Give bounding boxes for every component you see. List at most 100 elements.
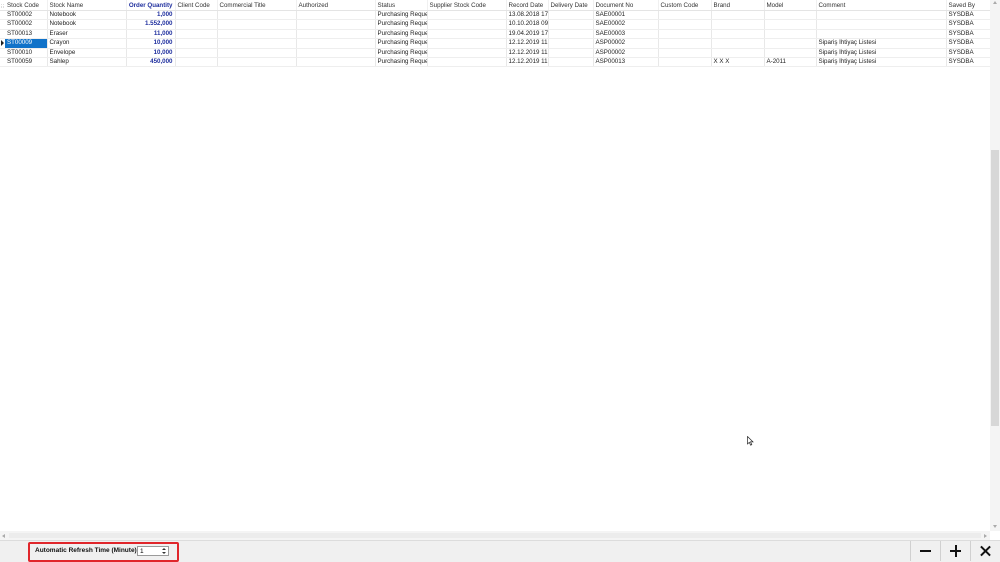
cell-document-no[interactable]: ASP00002 [593, 48, 659, 59]
cell-status[interactable]: Purchasing Request [375, 38, 428, 49]
cell-client-code[interactable] [175, 10, 218, 21]
cell-model[interactable] [764, 29, 817, 40]
cell-custom-code[interactable] [658, 57, 712, 68]
column-header-authorized[interactable]: Authorized [296, 0, 376, 11]
cell-supplier-stock-code[interactable] [427, 38, 507, 49]
cell-record-date[interactable]: 12.12.2019 11:3 [506, 38, 549, 49]
cell-comment[interactable]: Sipariş İhtiyaç Listesi [816, 57, 947, 68]
cell-brand[interactable] [711, 38, 765, 49]
cell-stock-name[interactable]: Eraser [47, 29, 127, 40]
cell-authorized[interactable] [296, 38, 376, 49]
cell-document-no[interactable]: SAE00003 [593, 29, 659, 40]
cell-saved-by[interactable]: SYSDBA [946, 19, 990, 30]
cell-comment[interactable] [816, 19, 947, 30]
cell-comment[interactable] [816, 29, 947, 40]
cell-commercial-title[interactable] [217, 38, 297, 49]
horizontal-scroll-thumb[interactable] [9, 533, 981, 538]
spin-up-icon[interactable] [162, 548, 166, 550]
column-header-custom-code[interactable]: Custom Code [658, 0, 712, 11]
cell-supplier-stock-code[interactable] [427, 10, 507, 21]
column-header-order-quantity[interactable]: Order Quantity [126, 0, 176, 11]
close-button[interactable] [970, 541, 1000, 561]
cell-brand[interactable] [711, 48, 765, 59]
cell-order-quantity[interactable]: 1,000 [126, 10, 176, 21]
cell-delivery-date[interactable] [548, 48, 594, 59]
cell-client-code[interactable] [175, 38, 218, 49]
cell-delivery-date[interactable] [548, 29, 594, 40]
cell-order-quantity[interactable]: 450,000 [126, 57, 176, 68]
cell-supplier-stock-code[interactable] [427, 57, 507, 68]
cell-model[interactable] [764, 48, 817, 59]
table-row[interactable]: ST00010Envelope10,000 Purchasing Request 1… [0, 48, 990, 59]
column-header-model[interactable]: Model [764, 0, 817, 11]
cell-stock-name[interactable]: Notebook [47, 10, 127, 21]
cell-supplier-stock-code[interactable] [427, 48, 507, 59]
cell-comment[interactable] [816, 10, 947, 21]
cell-authorized[interactable] [296, 19, 376, 30]
column-header-stock-name[interactable]: Stock Name [47, 0, 127, 11]
column-header-saved-by[interactable]: Saved By [946, 0, 990, 11]
table-row[interactable]: ST00009Crayon10,000 Purchasing Request 12.… [0, 38, 990, 49]
cell-stock-code[interactable]: ST00013 [5, 29, 48, 40]
cell-stock-name[interactable]: Envelope [47, 48, 127, 59]
cell-stock-code[interactable]: ST00009 [5, 38, 48, 49]
cell-commercial-title[interactable] [217, 57, 297, 68]
cell-order-quantity[interactable]: 1.552,000 [126, 19, 176, 30]
cell-record-date[interactable]: 19.04.2019 17:2 [506, 29, 549, 40]
row-indicator[interactable] [0, 38, 5, 49]
cell-authorized[interactable] [296, 57, 376, 68]
cell-client-code[interactable] [175, 57, 218, 68]
cell-status[interactable]: Purchasing Request [375, 48, 428, 59]
table-row[interactable]: ST00059Sahlep450,000 Purchasing Request 12… [0, 57, 990, 68]
cell-stock-name[interactable]: Notebook [47, 19, 127, 30]
plus-button[interactable] [940, 541, 970, 561]
row-indicator[interactable] [0, 48, 5, 59]
cell-delivery-date[interactable] [548, 10, 594, 21]
cell-stock-code[interactable]: ST00002 [5, 19, 48, 30]
column-chooser-handle[interactable] [0, 0, 5, 11]
scroll-left-arrow-icon[interactable] [2, 534, 5, 538]
cell-brand[interactable] [711, 10, 765, 21]
cell-delivery-date[interactable] [548, 57, 594, 68]
cell-model[interactable] [764, 38, 817, 49]
cell-stock-name[interactable]: Crayon [47, 38, 127, 49]
cell-authorized[interactable] [296, 10, 376, 21]
cell-record-date[interactable]: 12.12.2019 11:3 [506, 57, 549, 68]
cell-custom-code[interactable] [658, 48, 712, 59]
cell-document-no[interactable]: ASP00002 [593, 38, 659, 49]
table-row[interactable]: ST00013Eraser11,000 Purchasing Request 19.… [0, 29, 990, 40]
column-header-status[interactable]: Status [375, 0, 428, 11]
cell-order-quantity[interactable]: 10,000 [126, 38, 176, 49]
row-indicator[interactable] [0, 10, 5, 21]
cell-supplier-stock-code[interactable] [427, 29, 507, 40]
cell-document-no[interactable]: SAE00001 [593, 10, 659, 21]
cell-delivery-date[interactable] [548, 38, 594, 49]
cell-client-code[interactable] [175, 48, 218, 59]
row-indicator[interactable] [0, 57, 5, 68]
refresh-time-value[interactable]: 1 [140, 547, 144, 557]
spinner-buttons[interactable] [161, 547, 167, 555]
scroll-down-arrow-icon[interactable] [993, 525, 997, 528]
cell-status[interactable]: Purchasing Request [375, 10, 428, 21]
spin-down-icon[interactable] [162, 552, 166, 554]
row-indicator[interactable] [0, 19, 5, 30]
vertical-scroll-thumb[interactable] [991, 150, 999, 426]
cell-stock-code[interactable]: ST00010 [5, 48, 48, 59]
column-header-comment[interactable]: Comment [816, 0, 947, 11]
cell-model[interactable] [764, 10, 817, 21]
cell-order-quantity[interactable]: 11,000 [126, 29, 176, 40]
cell-record-date[interactable]: 10.10.2018 09:0 [506, 19, 549, 30]
table-row[interactable]: ST00002Notebook1.552,000 Purchasing Reque… [0, 19, 990, 30]
cell-stock-code[interactable]: ST00002 [5, 10, 48, 21]
cell-saved-by[interactable]: SYSDBA [946, 57, 990, 68]
column-header-document-no[interactable]: Document No [593, 0, 659, 11]
cell-status[interactable]: Purchasing Request [375, 19, 428, 30]
cell-client-code[interactable] [175, 29, 218, 40]
cell-status[interactable]: Purchasing Request [375, 57, 428, 68]
cell-document-no[interactable]: ASP00013 [593, 57, 659, 68]
cell-custom-code[interactable] [658, 19, 712, 30]
cell-saved-by[interactable]: SYSDBA [946, 10, 990, 21]
cell-document-no[interactable]: SAE00002 [593, 19, 659, 30]
refresh-time-spinner[interactable]: 1 [137, 546, 169, 556]
cell-order-quantity[interactable]: 10,000 [126, 48, 176, 59]
